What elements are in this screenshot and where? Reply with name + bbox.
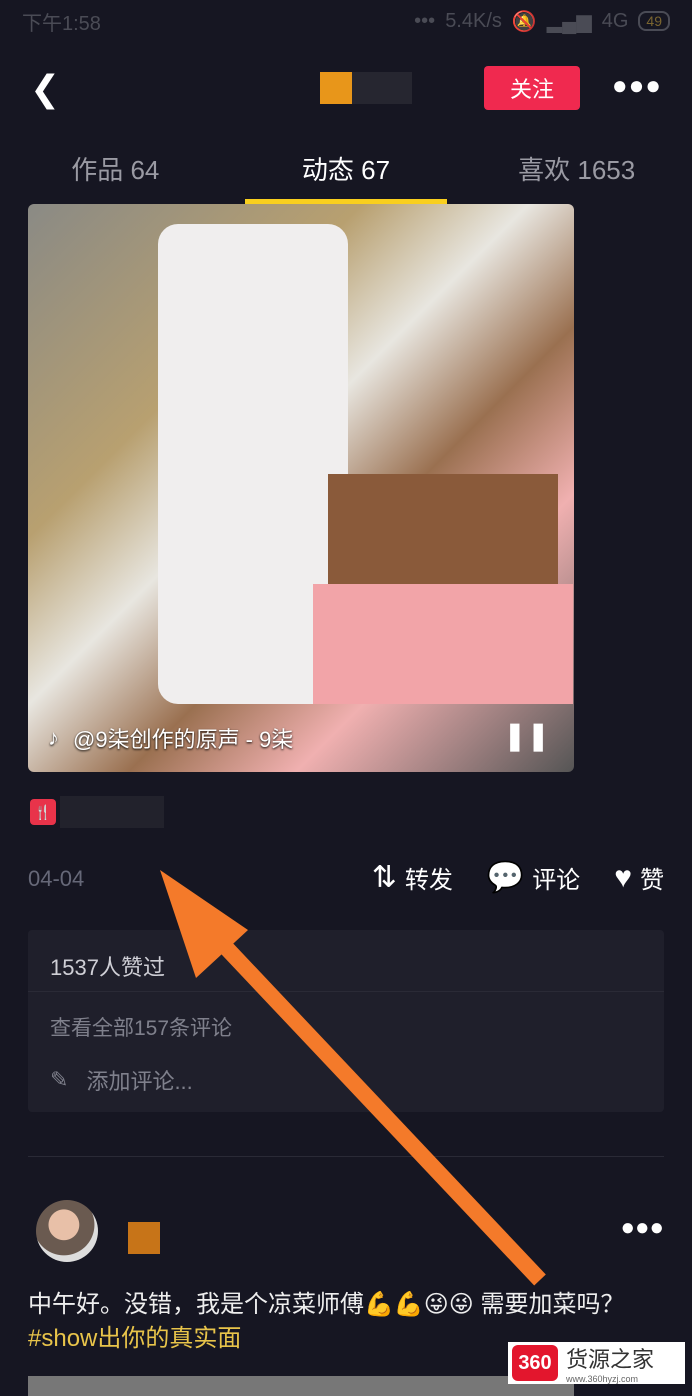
watermark-url: www.360hyzj.com [566,1374,639,1384]
watermark-name: 货源之家 [566,1347,655,1372]
watermark-logo: 360 [512,1345,558,1381]
arrow-shaft [194,914,546,1286]
watermark: 360 货源之家 www.360hyzj.com [508,1342,685,1384]
annotation-arrow [160,870,546,1286]
